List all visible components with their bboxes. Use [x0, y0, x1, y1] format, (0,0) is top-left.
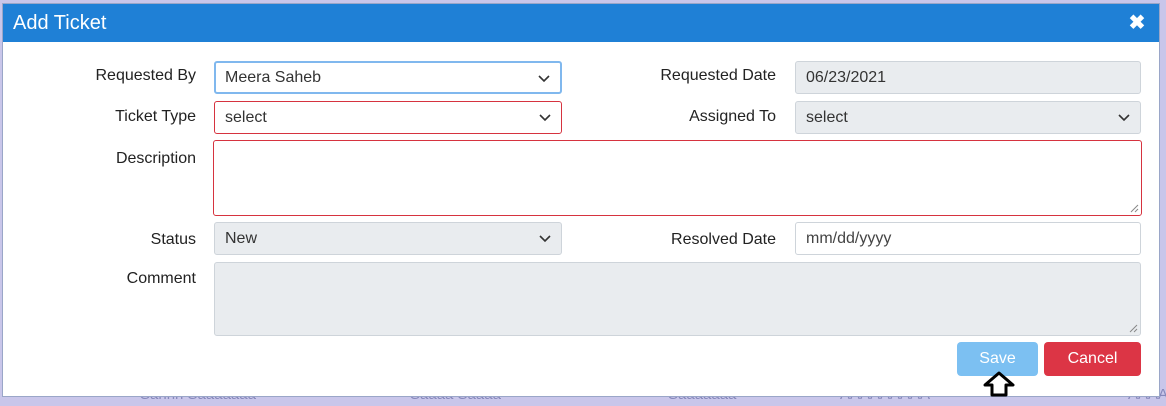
- ticket-type-select[interactable]: select: [214, 101, 562, 134]
- chevron-down-icon: [1118, 102, 1130, 122]
- comment-textarea[interactable]: [214, 262, 1141, 336]
- modal-title: Add Ticket: [13, 12, 107, 34]
- ticket-type-value: select: [225, 109, 267, 126]
- modal-header: Add Ticket ✖: [3, 4, 1159, 42]
- resize-grip-icon[interactable]: [1129, 324, 1138, 333]
- requested-date-label: Requested Date: [660, 67, 776, 84]
- chevron-down-icon: [538, 63, 550, 83]
- chevron-down-icon: [539, 223, 551, 243]
- requested-by-value: Meera Saheb: [225, 69, 322, 86]
- description-label: Description: [115, 150, 196, 167]
- status-value: New: [225, 230, 258, 247]
- assigned-to-select[interactable]: select: [795, 101, 1141, 134]
- resolved-date-label: Resolved Date: [671, 231, 776, 248]
- status-select[interactable]: New: [214, 222, 562, 255]
- up-arrow-icon: [983, 371, 1015, 397]
- cancel-button[interactable]: Cancel: [1044, 342, 1141, 376]
- resize-grip-icon[interactable]: [1130, 204, 1139, 213]
- status-label: Status: [150, 231, 196, 248]
- requested-by-label: Requested By: [95, 67, 196, 84]
- ticket-type-label: Ticket Type: [115, 108, 196, 125]
- resolved-date-placeholder: mm/dd/yyyy: [806, 230, 892, 247]
- resolved-date-input[interactable]: mm/dd/yyyy: [795, 222, 1141, 255]
- requested-date-field: 06/23/2021: [795, 61, 1141, 94]
- comment-label: Comment: [126, 270, 196, 287]
- requested-date-value: 06/23/2021: [806, 69, 887, 86]
- close-icon[interactable]: ✖: [1127, 13, 1147, 33]
- description-textarea[interactable]: [213, 140, 1142, 216]
- requested-by-select[interactable]: Meera Saheb: [214, 61, 562, 94]
- chevron-down-icon: [539, 102, 551, 122]
- assigned-to-value: select: [806, 109, 848, 126]
- assigned-to-label: Assigned To: [689, 108, 776, 125]
